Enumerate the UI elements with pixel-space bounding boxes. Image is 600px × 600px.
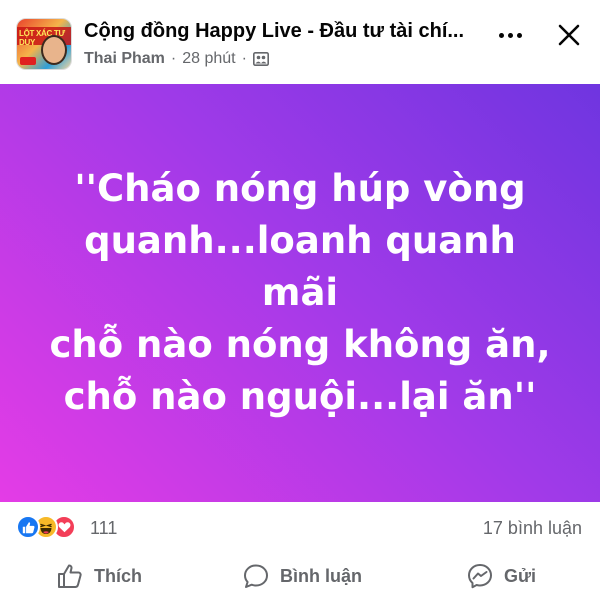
post-time[interactable]: 28 phút [182, 50, 235, 68]
post-text: ''Cháo nóng húp vòng quanh...loanh quanh… [40, 163, 560, 423]
group-name[interactable]: Cộng đồng Happy Live - Đầu tư tài chí... [84, 20, 484, 43]
post-meta: Thai Pham · 28 phút · [84, 50, 269, 68]
messenger-icon [468, 564, 492, 589]
post-text-line: chỗ nào nguội...lại ăn'' [63, 375, 537, 418]
post-content: ''Cháo nóng húp vòng quanh...loanh quanh… [0, 84, 600, 502]
close-icon [558, 24, 580, 46]
reaction-count[interactable]: 111 [90, 518, 117, 539]
post-header: LỘT XÁC TƯ DUY Cộng đồng Happy Live - Đầ… [0, 0, 600, 84]
thumbs-up-icon [58, 564, 82, 588]
comment-label: Bình luận [280, 565, 362, 586]
meta-separator-2: · [241, 50, 247, 67]
group-avatar[interactable]: LỘT XÁC TƯ DUY [16, 18, 72, 70]
send-button[interactable]: Gửi [466, 560, 536, 592]
comment-count[interactable]: 17 bình luận [483, 518, 582, 539]
group-privacy-icon [252, 52, 269, 66]
close-button[interactable] [550, 16, 588, 54]
reaction-summary: 111 17 bình luận [0, 502, 600, 552]
comment-button[interactable]: Bình luận [242, 560, 362, 592]
like-reaction-icon [16, 515, 40, 539]
comment-icon [244, 564, 268, 588]
like-button[interactable]: Thích [56, 560, 142, 592]
post-actions: Thích Bình luận Gửi [0, 552, 600, 600]
like-label: Thích [94, 565, 142, 586]
more-options-button[interactable] [490, 20, 530, 50]
post-text-line: ''Cháo nóng húp vòng [74, 167, 526, 210]
post-text-line: quanh...loanh quanh mãi [84, 219, 516, 314]
post-text-line: chỗ nào nóng không ăn, [49, 323, 551, 366]
meta-separator: · [170, 50, 177, 67]
author-name[interactable]: Thai Pham [84, 50, 165, 68]
send-label: Gửi [504, 565, 537, 586]
reaction-icons[interactable] [16, 515, 88, 541]
